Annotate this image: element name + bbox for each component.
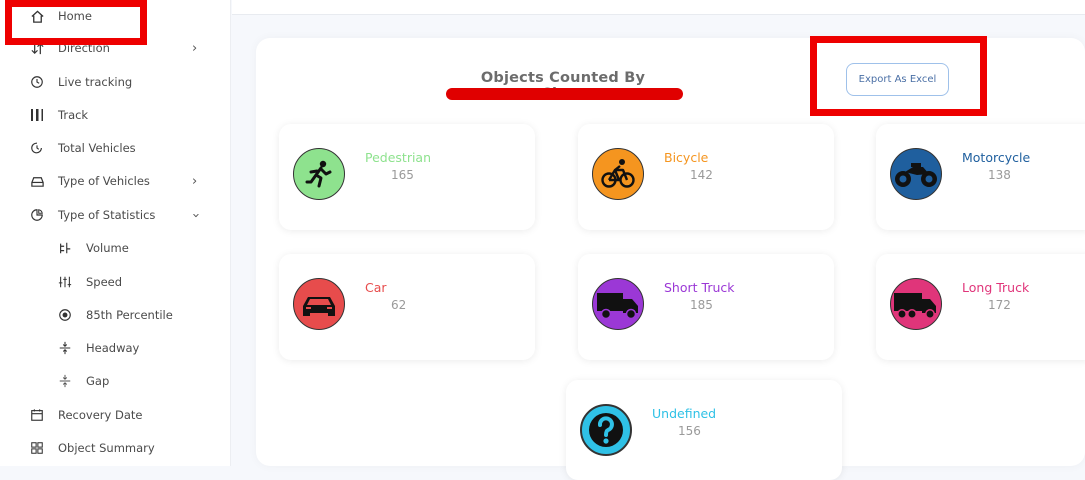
sidebar-item-85th-percentile[interactable]: 85th Percentile xyxy=(0,302,230,328)
class-count: 62 xyxy=(391,298,407,312)
pedestrian-icon xyxy=(293,148,345,200)
class-count: 156 xyxy=(678,424,701,438)
class-count: 172 xyxy=(988,298,1011,312)
sidebar-item-label: Type of Vehicles xyxy=(58,174,150,188)
class-card-motorcycle: Motorcycle 138 xyxy=(876,124,1085,230)
sidebar-item-label: Live tracking xyxy=(58,75,133,89)
sidebar-item-label: Type of Statistics xyxy=(58,208,156,222)
class-count: 185 xyxy=(690,298,713,312)
sidebar-item-object-summary[interactable]: Object Summary xyxy=(0,435,230,461)
history-icon xyxy=(28,139,46,157)
class-name: Undefined xyxy=(652,406,717,421)
class-card-undefined: Undefined 156 xyxy=(566,380,842,480)
chevron-right-icon: › xyxy=(192,173,198,189)
sidebar-item-speed[interactable]: Speed xyxy=(0,269,230,295)
chevron-down-icon: › xyxy=(188,212,204,218)
clock-icon xyxy=(28,73,46,91)
class-name: Bicycle xyxy=(664,150,709,165)
class-name: Motorcycle xyxy=(962,150,1031,165)
class-card-bicycle: Bicycle 142 xyxy=(578,124,834,230)
class-name: Pedestrian xyxy=(365,150,432,165)
volume-icon xyxy=(56,239,74,257)
radio-icon xyxy=(56,306,74,324)
class-name: Car xyxy=(365,280,387,295)
track-icon xyxy=(28,106,46,124)
chevron-right-icon: › xyxy=(192,40,198,56)
sidebar-item-label: Gap xyxy=(86,374,110,388)
sidebar-item-headway[interactable]: Headway xyxy=(0,335,230,361)
sidebar-item-volume[interactable]: Volume xyxy=(0,235,230,261)
sidebar-item-type-of-statistics[interactable]: Type of Statistics › xyxy=(0,202,230,228)
sidebar-item-label: Volume xyxy=(86,241,129,255)
motorcycle-icon xyxy=(890,148,942,200)
sidebar-item-label: Speed xyxy=(86,275,123,289)
class-card-short-truck: Short Truck 185 xyxy=(578,254,834,360)
short-truck-icon xyxy=(592,278,644,330)
sidebar-item-label: Track xyxy=(58,108,89,122)
pie-chart-icon xyxy=(28,206,46,224)
sidebar-item-track[interactable]: Track xyxy=(0,102,230,128)
top-bar xyxy=(232,0,1085,15)
question-icon xyxy=(580,404,632,456)
bicycle-icon xyxy=(592,148,644,200)
highlight-underline-title xyxy=(446,88,683,100)
sidebar: Home Direction › Live tracking Track Tot… xyxy=(0,0,231,466)
sidebar-item-gap[interactable]: Gap xyxy=(0,368,230,394)
gap-icon xyxy=(56,372,74,390)
class-count: 165 xyxy=(391,168,414,182)
car-icon xyxy=(293,278,345,330)
calendar-icon xyxy=(28,406,46,424)
sidebar-item-label: 85th Percentile xyxy=(86,308,173,322)
sidebar-item-total-vehicles[interactable]: Total Vehicles xyxy=(0,135,230,161)
sidebar-item-live-tracking[interactable]: Live tracking xyxy=(0,69,230,95)
class-card-long-truck: Long Truck 172 xyxy=(876,254,1085,360)
class-name: Short Truck xyxy=(664,280,735,295)
long-truck-icon xyxy=(890,278,942,330)
car-icon xyxy=(28,172,46,190)
sidebar-item-label: Total Vehicles xyxy=(58,141,136,155)
class-card-car: Car 62 xyxy=(279,254,535,360)
sidebar-item-recovery-date[interactable]: Recovery Date xyxy=(0,402,230,428)
sidebar-item-label: Recovery Date xyxy=(58,408,143,422)
grid-icon xyxy=(28,439,46,457)
highlight-box-home xyxy=(5,0,147,45)
speed-icon xyxy=(56,273,74,291)
headway-icon xyxy=(56,339,74,357)
class-card-pedestrian: Pedestrian 165 xyxy=(279,124,535,230)
class-name: Long Truck xyxy=(962,280,1030,295)
highlight-box-export xyxy=(810,36,987,116)
class-count: 142 xyxy=(690,168,713,182)
sidebar-item-type-of-vehicles[interactable]: Type of Vehicles › xyxy=(0,168,230,194)
sidebar-item-label: Object Summary xyxy=(58,441,155,455)
class-count: 138 xyxy=(988,168,1011,182)
sidebar-item-label: Headway xyxy=(86,341,140,355)
